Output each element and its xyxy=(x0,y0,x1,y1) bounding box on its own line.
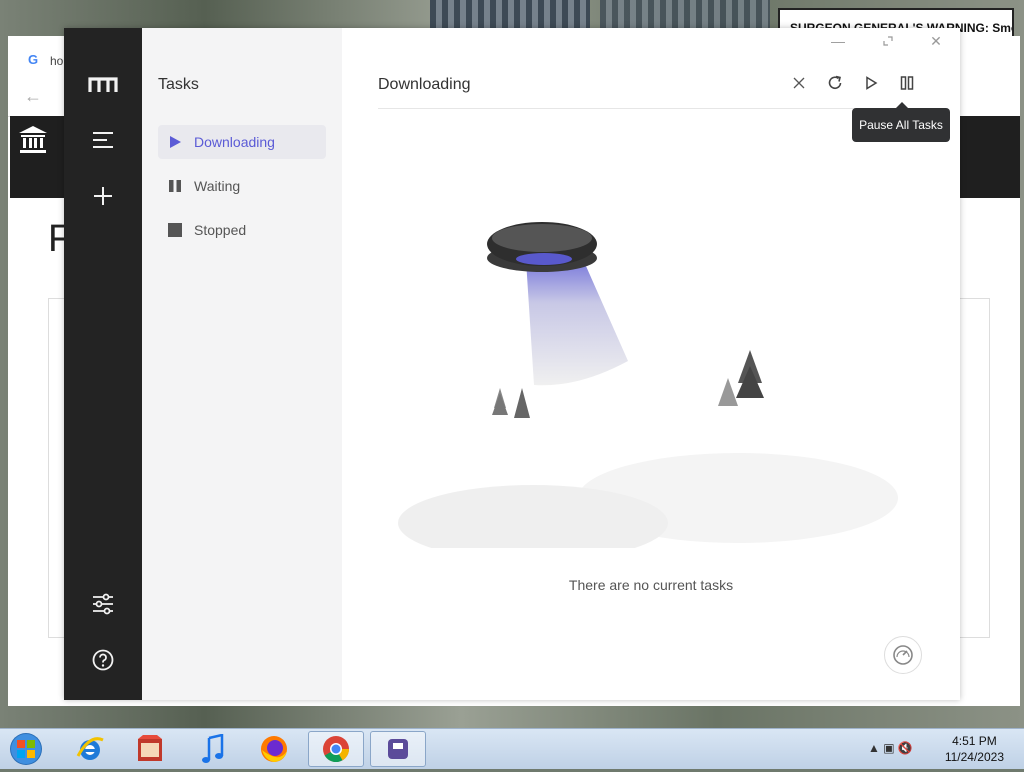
chrome-icon[interactable] xyxy=(308,731,364,767)
sidebar-title: Tasks xyxy=(158,76,199,93)
main-panel: — ✕ Downloading Pause All Tasks There ar… xyxy=(342,28,960,700)
tooltip: Pause All Tasks xyxy=(852,102,950,142)
pause-all-icon[interactable] xyxy=(896,72,918,94)
motrix-icon[interactable] xyxy=(370,731,426,767)
empty-state-illustration xyxy=(398,222,898,548)
pause-icon xyxy=(168,179,194,193)
firefox-icon[interactable] xyxy=(246,731,302,767)
google-icon: G xyxy=(28,52,39,67)
speedometer-icon[interactable] xyxy=(884,636,922,674)
add-task-icon[interactable] xyxy=(88,181,118,211)
system-tray[interactable]: ▲ ▣ 🔇 xyxy=(868,741,913,755)
minimize-icon[interactable]: — xyxy=(826,30,850,52)
sidebar-item-label: Waiting xyxy=(194,178,241,194)
refresh-icon[interactable] xyxy=(824,72,846,94)
page-title: Downloading xyxy=(378,76,471,93)
tasks-sidebar: Tasks Downloading Waiting Stopped xyxy=(142,28,342,700)
internet-explorer-icon[interactable] xyxy=(62,731,118,767)
sidebar-item-stopped[interactable]: Stopped xyxy=(158,213,326,247)
maximize-icon[interactable] xyxy=(876,30,900,52)
help-icon[interactable] xyxy=(88,645,118,675)
header-divider xyxy=(378,108,924,109)
clock[interactable]: 4:51 PM 11/24/2023 xyxy=(945,733,1004,765)
clock-date: 11/24/2023 xyxy=(944,750,1004,764)
sidebar-item-downloading[interactable]: Downloading xyxy=(158,125,326,159)
museum-logo-icon xyxy=(18,124,48,161)
browser-tab-label: ho xyxy=(50,54,64,68)
motrix-logo-icon[interactable] xyxy=(88,70,118,100)
app-rail xyxy=(64,28,142,700)
close-icon[interactable]: ✕ xyxy=(924,30,948,52)
sidebar-item-label: Stopped xyxy=(194,222,247,238)
itunes-icon[interactable] xyxy=(184,731,240,767)
menu-icon[interactable] xyxy=(88,125,118,155)
play-icon xyxy=(168,135,194,149)
empty-state-message: There are no current tasks xyxy=(568,577,734,593)
clear-icon[interactable] xyxy=(788,72,810,94)
taskbar: ▲ ▣ 🔇 4:51 PM 11/24/2023 xyxy=(0,728,1024,769)
stop-icon xyxy=(168,223,194,237)
back-arrow-icon[interactable]: ← xyxy=(24,86,42,107)
start-button[interactable] xyxy=(6,731,46,767)
sidebar-item-label: Downloading xyxy=(194,134,275,150)
motrix-window: Tasks Downloading Waiting Stopped — ✕ Do… xyxy=(64,28,960,700)
preferences-icon[interactable] xyxy=(88,589,118,619)
resume-all-icon[interactable] xyxy=(860,72,882,94)
sidebar-item-waiting[interactable]: Waiting xyxy=(158,169,326,203)
app-store-icon[interactable] xyxy=(122,731,178,767)
clock-time: 4:51 PM xyxy=(952,734,997,748)
